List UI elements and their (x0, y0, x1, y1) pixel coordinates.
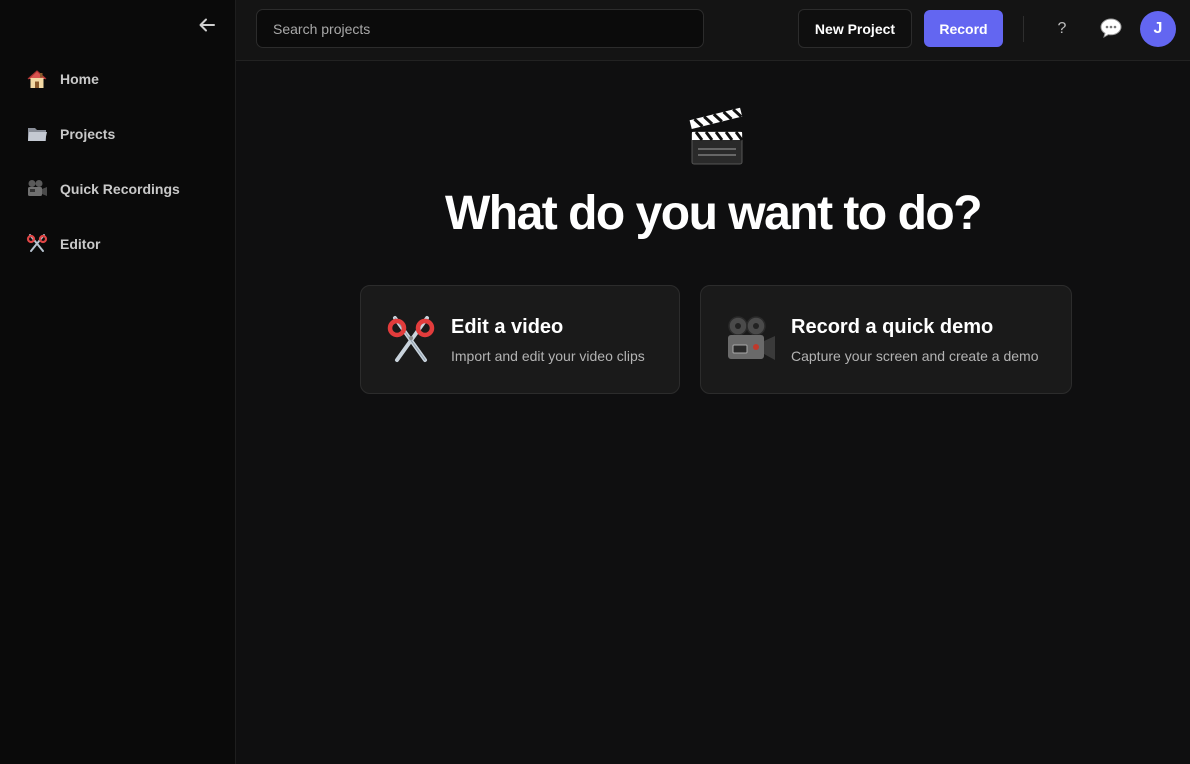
clapper-board-icon (684, 106, 748, 170)
movie-camera-icon (26, 178, 48, 200)
scissors-icon (385, 314, 437, 366)
scissors-icon (26, 233, 48, 255)
sidebar-item-label: Quick Recordings (60, 180, 180, 197)
sidebar-item-quick-recordings[interactable]: Quick Recordings (0, 161, 236, 216)
new-project-button[interactable]: New Project (798, 9, 912, 48)
arrow-left-icon (199, 18, 215, 32)
sidebar-item-home[interactable]: Home (0, 51, 236, 106)
sidebar-nav: Home Projects Quick Recordings Editor (0, 51, 236, 271)
sidebar-item-label: Projects (60, 125, 116, 142)
card-title: Record a quick demo (791, 316, 994, 338)
edit-video-card[interactable]: Edit a video Import and edit your video … (360, 285, 680, 394)
toolbar-divider (1023, 16, 1024, 42)
card-title: Edit a video (451, 316, 564, 338)
search-input[interactable] (256, 9, 704, 48)
speech-bubble-icon (1100, 18, 1122, 39)
sidebar-item-editor[interactable]: Editor (0, 216, 236, 271)
app-window: Home Projects Quick Recordings Editor Se… (0, 0, 1190, 764)
page-title: What do you want to do? (444, 187, 983, 240)
top-bar: New Project Record ? J (236, 0, 1190, 61)
folder-icon (26, 123, 48, 145)
help-button[interactable]: ? (1049, 16, 1075, 42)
help-icon: ? (1057, 20, 1067, 37)
record-demo-card[interactable]: Record a quick demo Capture your screen … (700, 285, 1072, 394)
collapse-sidebar-button[interactable] (196, 14, 218, 36)
sidebar: Home Projects Quick Recordings Editor (0, 0, 236, 764)
card-description: Capture your screen and create a demo (791, 348, 1039, 364)
house-icon (26, 68, 48, 90)
sidebar-item-label: Home (60, 70, 99, 87)
user-avatar[interactable]: J (1140, 11, 1176, 47)
record-button[interactable]: Record (924, 10, 1003, 47)
card-description: Import and edit your video clips (451, 348, 645, 364)
movie-camera-icon (725, 314, 777, 366)
sidebar-item-label: Editor (60, 235, 101, 252)
feedback-button[interactable] (1098, 15, 1124, 41)
sidebar-item-projects[interactable]: Projects (0, 106, 236, 161)
